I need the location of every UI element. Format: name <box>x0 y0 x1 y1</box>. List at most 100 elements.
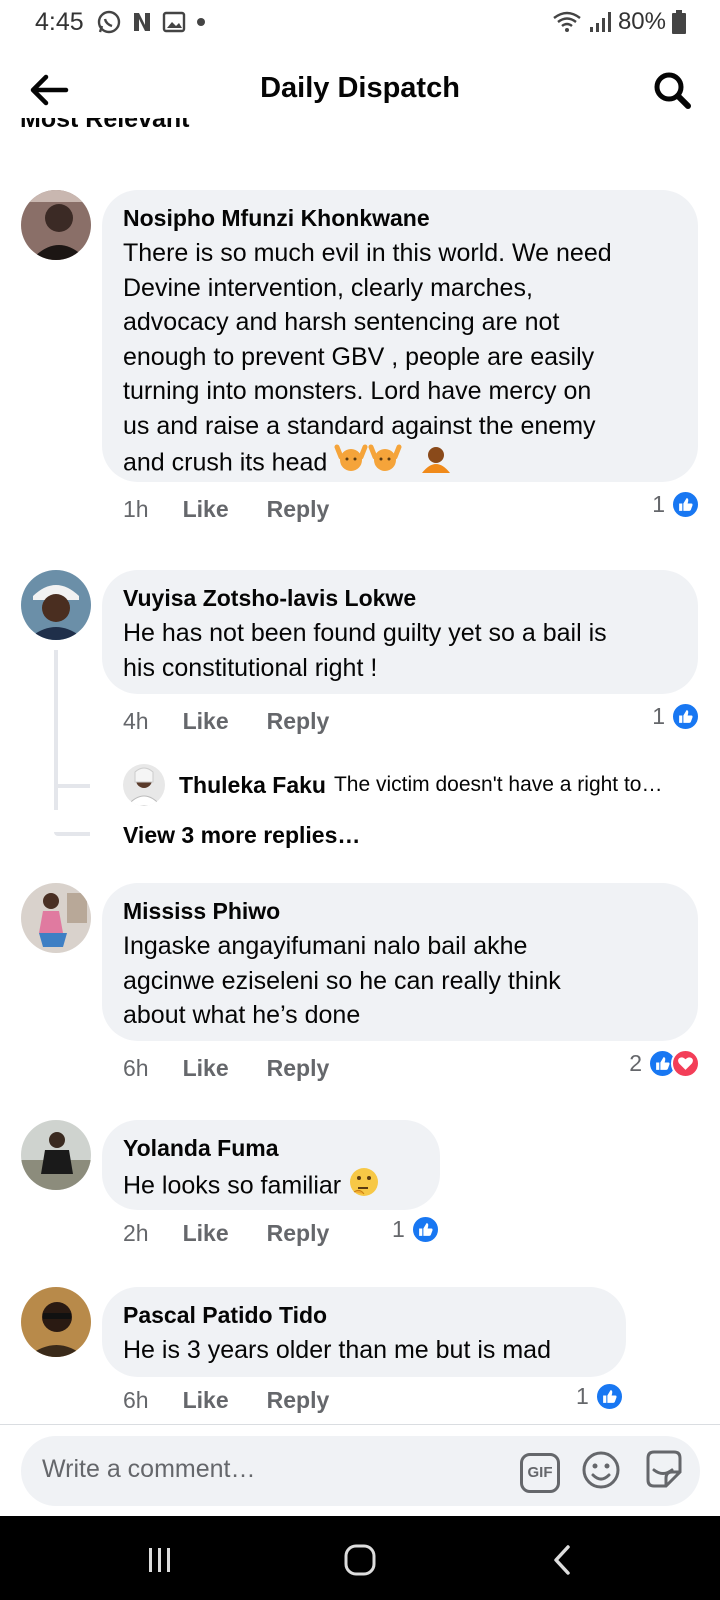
avatar[interactable] <box>21 190 91 260</box>
home-icon <box>344 1544 376 1576</box>
comment-bubble[interactable]: Nosipho Mfunzi Khonkwane There is so muc… <box>102 190 698 482</box>
sticker-icon <box>646 1450 682 1488</box>
reply-button[interactable]: Reply <box>267 496 330 523</box>
comment-time[interactable]: 2h <box>123 1220 149 1247</box>
reaction-summary[interactable]: 2 <box>629 1049 700 1078</box>
comment-time[interactable]: 1h <box>123 496 149 523</box>
comment-line: There is so much evil in this world. We … <box>123 239 612 267</box>
comment-text: Ingaske angayifumani nalo bail akhe agci… <box>123 929 678 1033</box>
thumbs-up-icon <box>671 702 700 731</box>
recent-apps-icon <box>149 1548 170 1572</box>
comment-line: and crush its head <box>123 448 328 477</box>
avatar[interactable] <box>123 764 165 806</box>
comment-actions: 2h Like Reply <box>123 1220 329 1247</box>
status-time: 4:45 <box>35 8 84 36</box>
comment-time[interactable]: 6h <box>123 1387 149 1414</box>
like-button[interactable]: Like <box>183 496 229 523</box>
composer-actions: GIF <box>520 1448 686 1497</box>
avatar[interactable] <box>21 1120 91 1190</box>
thinking-face-emoji-icon <box>348 1166 380 1208</box>
signal-icon <box>589 12 611 32</box>
view-more-replies-link[interactable]: View 3 more replies… <box>123 822 360 849</box>
like-button[interactable]: Like <box>183 1220 229 1247</box>
comment-actions: 6h Like Reply <box>123 1055 329 1082</box>
thumbs-up-icon <box>410 1215 440 1244</box>
avatar[interactable] <box>21 1287 91 1357</box>
sort-dropdown[interactable]: Most Relevant <box>20 118 280 146</box>
thumbs-up-icon <box>594 1382 624 1411</box>
thread-connector <box>54 832 90 836</box>
reply-button[interactable]: Reply <box>267 1220 330 1247</box>
comment-bubble[interactable]: Mississ Phiwo Ingaske angayifumani nalo … <box>102 883 698 1041</box>
comment-line: Ingaske angayifumani nalo bail akhe <box>123 932 528 960</box>
comment-text: He has not been found guilty yet so a ba… <box>123 616 678 685</box>
reply-button[interactable]: Reply <box>267 708 330 735</box>
thread-connector <box>54 784 90 788</box>
gif-label: GIF <box>527 1464 553 1481</box>
reaction-summary[interactable]: 1 <box>652 702 700 731</box>
comment-time[interactable]: 6h <box>123 1055 149 1082</box>
wifi-icon <box>553 11 581 32</box>
recent-apps-button[interactable] <box>138 1540 182 1580</box>
comment-text: He is 3 years older than me but is mad <box>123 1333 606 1368</box>
comment-line: about what he’s done <box>123 1001 361 1029</box>
comment-line: us and raise a standard against the enem… <box>123 411 596 440</box>
reaction-count: 1 <box>392 1216 405 1242</box>
system-back-button[interactable] <box>540 1540 584 1580</box>
comment-actions: 4h Like Reply <box>123 708 329 735</box>
comment-line: He is 3 years older than me but is mad <box>123 1336 551 1364</box>
battery-percent: 80% <box>617 8 666 35</box>
comment-line: agcinwe eziseleni so he can really think <box>123 966 561 995</box>
comment-line: advocacy and harsh sentencing are not <box>123 308 560 336</box>
comment-actions: 6h Like Reply <box>123 1387 329 1414</box>
gallery-icon <box>162 11 186 33</box>
comment-bubble[interactable]: Yolanda Fuma He looks so familiar <box>102 1120 440 1210</box>
status-bar: 4:45 80% <box>0 0 720 46</box>
reply-author[interactable]: Thuleka Faku <box>179 772 326 799</box>
comment-author[interactable]: Nosipho Mfunzi Khonkwane <box>123 204 678 232</box>
comment-input[interactable] <box>42 1455 482 1484</box>
avatar[interactable] <box>21 570 91 640</box>
netflix-n-icon <box>134 13 150 31</box>
reaction-summary[interactable]: 1 <box>392 1215 440 1244</box>
comment-text: There is so much evil in this world. We … <box>123 236 678 485</box>
comment-line: He has not been found guilty yet so a ba… <box>123 619 607 647</box>
comment-line: his constitutional right ! <box>123 653 378 682</box>
reaction-summary[interactable]: 1 <box>576 1382 624 1411</box>
status-system-icons: 80% <box>552 8 686 36</box>
comment-bubble[interactable]: Vuyisa Zotsho-lavis Lokwe He has not bee… <box>102 570 698 694</box>
like-button[interactable]: Like <box>183 708 229 735</box>
system-navigation-bar <box>0 1516 720 1600</box>
chevron-left-icon <box>554 1545 570 1575</box>
comment-author[interactable]: Vuyisa Zotsho-lavis Lokwe <box>123 584 678 612</box>
reply-button[interactable]: Reply <box>267 1387 330 1414</box>
dot-icon <box>197 18 205 26</box>
reaction-count: 1 <box>652 703 665 729</box>
comment-author[interactable]: Yolanda Fuma <box>123 1134 420 1162</box>
comment-time[interactable]: 4h <box>123 708 149 735</box>
like-button[interactable]: Like <box>183 1387 229 1414</box>
comment-line: He looks so familiar <box>123 1171 342 1200</box>
comment-composer: GIF <box>21 1436 700 1506</box>
thumbs-up-icon <box>671 490 700 519</box>
comment-line: Devine intervention, clearly marches, <box>123 273 533 302</box>
sticker-button[interactable] <box>642 1448 686 1497</box>
gif-button[interactable]: GIF <box>520 1452 560 1493</box>
reaction-count: 1 <box>652 491 665 517</box>
reply-button[interactable]: Reply <box>267 1055 330 1082</box>
reply-preview[interactable]: Thuleka Faku The victim doesn't have a r… <box>123 764 713 806</box>
battery-icon <box>672 10 686 34</box>
comment-bubble[interactable]: Pascal Patido Tido He is 3 years older t… <box>102 1287 626 1377</box>
search-button[interactable] <box>650 68 694 112</box>
like-button[interactable]: Like <box>183 1055 229 1082</box>
home-button[interactable] <box>338 1540 382 1580</box>
avatar[interactable] <box>21 883 91 953</box>
reaction-summary[interactable]: 1 <box>652 490 700 519</box>
sort-label: Most Relevant <box>20 118 190 133</box>
raising-hands-emoji-icon <box>334 443 368 485</box>
reply-text: The victim doesn't have a right to… <box>333 773 663 796</box>
comment-author[interactable]: Pascal Patido Tido <box>123 1301 606 1329</box>
comment-author[interactable]: Mississ Phiwo <box>123 897 678 925</box>
emoji-button[interactable] <box>580 1449 622 1496</box>
comment-actions: 1h Like Reply <box>123 496 329 523</box>
